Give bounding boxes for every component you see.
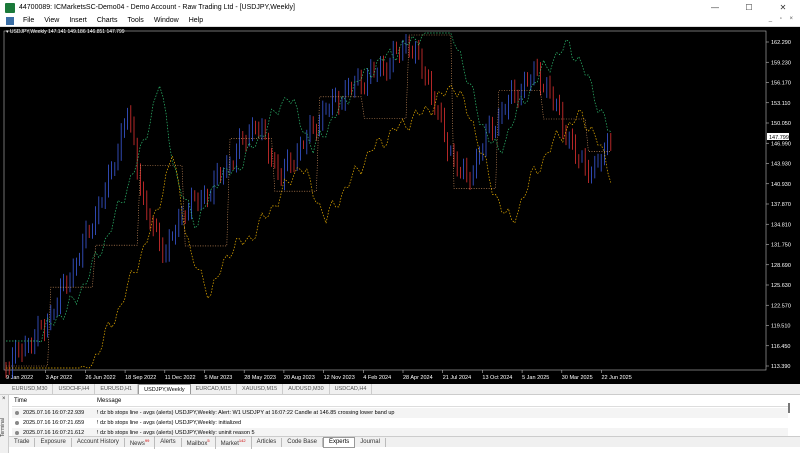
date-axis-label: 21 Jul 2024 <box>443 375 471 381</box>
menu-window[interactable]: Window <box>149 17 184 24</box>
tab-code-base[interactable]: Code Base <box>282 437 323 447</box>
date-axis-label: 5 Jan 2025 <box>522 375 549 381</box>
date-axis-label: 9 Jan 2022 <box>6 375 33 381</box>
chart-tab[interactable]: EURCAD,M15 <box>191 384 238 394</box>
price-axis-label: 128.690 <box>771 263 791 269</box>
tab-exposure[interactable]: Exposure <box>35 437 72 447</box>
maximize-button[interactable]: ☐ <box>732 0 766 15</box>
current-price-label: 147.799 <box>769 135 789 141</box>
log-entry-icon <box>15 421 19 425</box>
menu-file[interactable]: File <box>18 17 39 24</box>
price-axis-label: 116.450 <box>771 344 790 350</box>
chart-tabs: EURUSD,M30 USDCHF,H4 EURUSD,H1 USDJPY,We… <box>0 384 800 395</box>
date-axis-label: 12 Nov 2023 <box>324 375 355 381</box>
plot-border <box>3 30 767 371</box>
log-header: Time Message <box>12 398 788 407</box>
terminal-side-bar: × Terminal <box>0 395 9 453</box>
price-axis-label: 137.870 <box>771 202 791 208</box>
title-bar: 44700089: ICMarketsSC-Demo04 - Demo Acco… <box>0 0 800 15</box>
chart-tab[interactable]: EURUSD,H1 <box>95 384 139 394</box>
mailbox-badge: 5 <box>207 437 210 443</box>
price-axis-label: 134.810 <box>771 222 791 228</box>
menu-tools[interactable]: Tools <box>122 17 148 24</box>
tab-account-history[interactable]: Account History <box>72 437 125 447</box>
menu-charts[interactable]: Charts <box>92 17 123 24</box>
tab-articles[interactable]: Articles <box>252 437 283 447</box>
upper-band-line <box>6 32 611 343</box>
date-axis-label: 11 Dec 2022 <box>165 375 196 381</box>
price-axis-label: 131.750 <box>771 243 791 249</box>
tab-market[interactable]: Market142 <box>216 435 252 449</box>
child-window-controls[interactable]: _ ▫ × <box>769 16 796 22</box>
log-message: ! dz bb stops line - avgs (alerts) USDJP… <box>97 410 395 416</box>
price-axis-label: 125.630 <box>771 283 791 289</box>
price-axis-label: 156.170 <box>771 81 791 87</box>
app-logo-icon <box>5 2 15 13</box>
minimize-button[interactable]: — <box>698 0 732 15</box>
date-axis-label: 20 Aug 2023 <box>284 375 315 381</box>
date-axis-label: 18 Sep 2022 <box>125 375 156 381</box>
chart-tab[interactable]: USDCHF,H4 <box>53 384 96 394</box>
tab-news[interactable]: News99 <box>125 435 156 449</box>
terminal-tabs: Trade Exposure Account History News99 Al… <box>9 435 800 449</box>
price-axis-label: 159.230 <box>771 60 791 66</box>
date-axis-label: 4 Feb 2024 <box>363 375 391 381</box>
message-column-header[interactable]: Message <box>97 398 121 406</box>
price-axis-label: 153.110 <box>771 101 790 107</box>
price-axis-label: 162.290 <box>771 40 791 46</box>
lower-band-line <box>6 84 612 369</box>
chart-tab[interactable]: EURUSD,M30 <box>7 384 54 394</box>
date-axis-label: 28 May 2023 <box>244 375 276 381</box>
log-message: ! dz bb stops line - avgs (alerts) USDJP… <box>97 420 242 426</box>
price-chart[interactable]: 162.290 159.230 156.170 153.110 150.050 146.9… <box>0 27 800 384</box>
tab-trade[interactable]: Trade <box>9 437 36 447</box>
chart-tab[interactable]: USDCAD,H4 <box>330 384 373 394</box>
terminal-label: Terminal <box>0 418 6 437</box>
price-axis-label: 146.990 <box>771 141 791 147</box>
market-badge: 142 <box>238 437 246 443</box>
price-axis-label: 140.930 <box>771 182 791 188</box>
menu-view[interactable]: View <box>39 17 64 24</box>
price-axis-label: 119.510 <box>771 324 790 330</box>
price-axis-label: 143.930 <box>771 162 791 168</box>
date-axis-label: 30 Mar 2025 <box>562 375 593 381</box>
log-list: 2025.07.16 16:07:22.939 ! dz bb stops li… <box>12 408 788 438</box>
price-axis-label: 150.050 <box>771 121 791 127</box>
log-row[interactable]: 2025.07.16 16:07:21.659 ! dz bb stops li… <box>12 418 788 428</box>
chart-canvas[interactable]: 162.290 159.230 156.170 153.110 150.050 146.9… <box>0 27 800 384</box>
menu-insert[interactable]: Insert <box>64 17 92 24</box>
chart-window-icon <box>6 16 14 25</box>
chart-tab-active[interactable]: USDJPY,Weekly <box>138 384 191 394</box>
date-axis-label: 26 Jun 2022 <box>85 375 115 381</box>
date-axis-label: 22 Jun 2025 <box>602 375 632 381</box>
stop-line <box>6 34 611 367</box>
tab-journal[interactable]: Journal <box>355 437 386 447</box>
date-axis-label: 5 Mar 2023 <box>205 375 233 381</box>
chart-symbol-label: ▾ USDJPY,Weekly 147.141 149.186 146.851 … <box>6 29 125 35</box>
price-axis-label: 122.570 <box>771 303 791 309</box>
log-time: 2025.07.16 16:07:21.659 <box>23 420 85 426</box>
date-axis-label: 13 Oct 2024 <box>482 375 512 381</box>
window-title: 44700089: ICMarketsSC-Demo04 - Demo Acco… <box>19 4 295 11</box>
terminal-close-icon[interactable]: × <box>2 396 6 402</box>
log-scrollbar[interactable] <box>788 403 790 413</box>
log-row[interactable]: 2025.07.16 16:07:22.939 ! dz bb stops li… <box>12 408 788 418</box>
time-column-header[interactable]: Time <box>12 398 97 406</box>
news-badge: 99 <box>144 437 150 443</box>
menu-bar: File View Insert Charts Tools Window Hel… <box>0 15 800 27</box>
log-entry-icon <box>15 411 19 415</box>
date-axis-label: 3 Apr 2022 <box>46 375 73 381</box>
log-entry-icon <box>15 431 19 435</box>
tab-alerts[interactable]: Alerts <box>155 437 182 447</box>
close-button[interactable]: ✕ <box>766 0 800 15</box>
price-axis-label: 113.390 <box>771 364 790 370</box>
tab-experts[interactable]: Experts <box>322 436 356 448</box>
log-time: 2025.07.16 16:07:22.939 <box>23 410 85 416</box>
chart-tab[interactable]: AUDUSD,M30 <box>283 384 330 394</box>
date-axis-label: 28 Apr 2024 <box>403 375 433 381</box>
menu-help[interactable]: Help <box>184 17 208 24</box>
chart-tab[interactable]: XAUUSD,M15 <box>237 384 284 394</box>
tab-mailbox[interactable]: Mailbox5 <box>182 435 216 449</box>
